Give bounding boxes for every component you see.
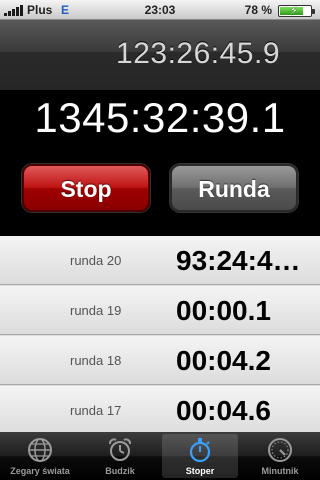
tab-label: Minutnik xyxy=(261,466,299,476)
lap-button[interactable]: Runda xyxy=(170,164,298,212)
tab-timer[interactable]: Minutnik xyxy=(242,434,318,478)
tab-alarm[interactable]: Budzik xyxy=(82,434,158,478)
lap-row-label: runda 17 xyxy=(70,403,122,418)
battery-percent: 78 % xyxy=(244,3,272,17)
lap-list[interactable]: runda 20 93:24:4… runda 19 00:00.1 runda… xyxy=(0,236,320,432)
lap-row: runda 20 93:24:4… xyxy=(0,236,320,285)
globe-icon xyxy=(28,438,52,462)
status-bar: Plus E 23:03 78 % ⚡ xyxy=(0,0,320,20)
lap-row: runda 18 00:04.2 xyxy=(0,336,320,385)
lap-row-time: 00:04.6 xyxy=(176,395,271,426)
lap-row-time: 00:00.1 xyxy=(176,295,271,326)
tab-label: Stoper xyxy=(185,466,215,476)
lap-row: runda 17 00:04.6 xyxy=(0,386,320,432)
alarm-clock-icon xyxy=(108,438,132,461)
battery-icon: ⚡ xyxy=(278,5,315,17)
button-panel: Stop Runda xyxy=(0,146,320,236)
tab-world-clock[interactable]: Zegary świata xyxy=(2,434,78,478)
tab-bar: Zegary świata Budzik Stoper Minutnik xyxy=(0,432,320,480)
stopwatch-icon xyxy=(189,438,211,463)
charging-bolt-icon: ⚡ xyxy=(290,5,298,17)
stop-button[interactable]: Stop xyxy=(22,164,150,212)
current-lap-time: 123:26:45.9 xyxy=(116,37,280,70)
lap-row-label: runda 20 xyxy=(70,253,122,268)
lap-row-label: runda 19 xyxy=(70,303,122,318)
lap-row-label: runda 18 xyxy=(70,353,122,368)
lap-row-time: 00:04.2 xyxy=(176,345,271,376)
lap-row: runda 19 00:00.1 xyxy=(0,286,320,335)
timer-icon xyxy=(268,438,292,462)
total-time-panel: 1345:32:39.1 xyxy=(0,90,320,146)
total-time: 1345:32:39.1 xyxy=(34,94,286,141)
lap-row-time: 93:24:4… xyxy=(176,245,301,276)
status-time: 23:03 xyxy=(144,3,176,17)
tab-stopwatch[interactable]: Stoper xyxy=(162,434,238,478)
tab-label: Zegary świata xyxy=(10,466,70,476)
lap-time-panel: 123:26:45.9 xyxy=(0,20,320,90)
tab-label: Budzik xyxy=(105,466,135,476)
